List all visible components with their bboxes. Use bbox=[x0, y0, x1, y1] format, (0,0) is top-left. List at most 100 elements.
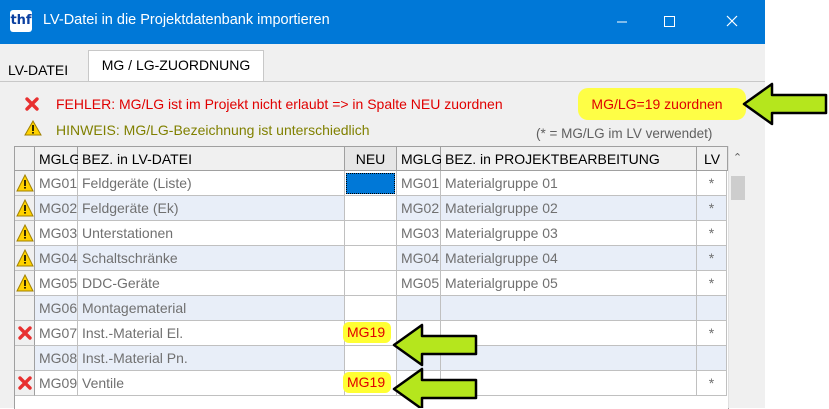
annotation-arrow-icon bbox=[392, 367, 478, 408]
row-status bbox=[15, 221, 35, 246]
assign-button-label: MG/LG=19 zuordnen bbox=[591, 96, 723, 112]
warning-icon bbox=[16, 173, 34, 192]
bez-lv-cell: DDC-Geräte bbox=[78, 271, 345, 296]
bez-lv-cell: Inst.-Material El. bbox=[78, 321, 345, 346]
error-message: FEHLER: MG/LG ist im Projekt nicht erlau… bbox=[56, 96, 503, 112]
neu-cell[interactable] bbox=[345, 346, 397, 371]
bez-lv-cell: Schaltschränke bbox=[78, 246, 345, 271]
mglg-lv-cell: MG09 bbox=[35, 371, 78, 396]
mapping-table[interactable]: MGLG BEZ. in LV-DATEI NEU MGLG BEZ. in P… bbox=[14, 146, 729, 409]
minimize-icon bbox=[617, 21, 627, 23]
row-status bbox=[15, 246, 35, 271]
warning-icon bbox=[16, 223, 34, 242]
bez-projekt-cell: Materialgruppe 01 bbox=[441, 171, 697, 196]
table-row[interactable]: MG05 DDC-Geräte MG05 Materialgruppe 05 * bbox=[15, 271, 728, 296]
mglg-projekt-cell: MG04 bbox=[397, 246, 441, 271]
table-row[interactable]: MG03 Unterstationen MG03 Materialgruppe 03 * bbox=[15, 221, 728, 246]
lv-used-cell: * bbox=[697, 196, 727, 221]
neu-cell[interactable] bbox=[345, 221, 397, 246]
lv-used-cell bbox=[697, 296, 727, 321]
window-title: LV-Datei in die Projektdatenbank importi… bbox=[43, 12, 330, 28]
header-bez-lv[interactable]: BEZ. in LV-DATEI bbox=[78, 147, 345, 171]
header-mglg-lv[interactable]: MGLG bbox=[35, 147, 80, 171]
table-row[interactable]: MG08 Inst.-Material Pn. bbox=[15, 346, 728, 371]
lv-used-cell: * bbox=[697, 171, 727, 196]
warning-icon bbox=[16, 273, 34, 292]
table-row[interactable]: MG04 Schaltschränke MG04 Materialgruppe 04 * bbox=[15, 246, 728, 271]
header-neu[interactable]: NEU bbox=[345, 147, 397, 171]
mglg-projekt-cell: MG03 bbox=[397, 221, 441, 246]
maximize-icon bbox=[664, 16, 675, 27]
warning-icon bbox=[16, 248, 34, 267]
bez-projekt-cell: Materialgruppe 05 bbox=[441, 271, 697, 296]
table-row[interactable]: MG01 Feldgeräte (Liste) MG01 Materialgruppe… bbox=[15, 171, 728, 196]
neu-cell[interactable]: MG19 bbox=[343, 321, 397, 346]
import-dialog: thf LV-Datei in die Projektdatenbank imp… bbox=[0, 0, 765, 409]
bez-lv-cell: Inst.-Material Pn. bbox=[78, 346, 345, 371]
tab-mg-lg-zuordnung[interactable]: MG / LG-ZUORDNUNG bbox=[88, 50, 264, 81]
close-button[interactable] bbox=[709, 0, 755, 44]
lv-used-cell: * bbox=[697, 271, 727, 296]
neu-cell[interactable] bbox=[345, 246, 397, 271]
row-status bbox=[15, 346, 35, 371]
mglg-projekt-cell: MG02 bbox=[397, 196, 441, 221]
mglg-lv-cell: MG05 bbox=[35, 271, 78, 296]
bez-lv-cell: Ventile bbox=[78, 371, 345, 396]
table-row[interactable]: MG09 Ventile MG19 * bbox=[15, 371, 728, 396]
row-status bbox=[15, 271, 35, 296]
bez-projekt-cell bbox=[441, 321, 697, 346]
app-icon: thf bbox=[10, 10, 32, 32]
row-status bbox=[15, 371, 35, 396]
bez-projekt-cell: Materialgruppe 02 bbox=[441, 196, 697, 221]
bez-projekt-cell: Materialgruppe 03 bbox=[441, 221, 697, 246]
warning-message: HINWEIS: MG/LG-Bezeichnung ist unterschi… bbox=[56, 122, 370, 138]
lv-used-cell bbox=[697, 346, 727, 371]
title-bar: thf LV-Datei in die Projektdatenbank imp… bbox=[0, 0, 765, 44]
annotation-arrow-icon bbox=[742, 82, 828, 126]
bez-lv-cell: Feldgeräte (Ek) bbox=[78, 196, 345, 221]
lv-used-cell: * bbox=[697, 371, 727, 396]
header-lv[interactable]: LV bbox=[697, 147, 728, 171]
warning-icon bbox=[24, 120, 42, 136]
tab-strip: LV-DATEI MG / LG-ZUORDNUNG bbox=[0, 44, 765, 82]
close-icon bbox=[726, 15, 738, 27]
neu-cell[interactable] bbox=[345, 296, 397, 321]
neu-value: MG19 bbox=[347, 374, 386, 390]
warning-icon bbox=[16, 198, 34, 217]
mglg-lv-cell: MG03 bbox=[35, 221, 78, 246]
maximize-button[interactable] bbox=[646, 0, 692, 44]
mglg-lv-cell: MG02 bbox=[35, 196, 78, 221]
tab-lv-datei[interactable]: LV-DATEI bbox=[8, 62, 68, 78]
lv-used-cell: * bbox=[697, 221, 727, 246]
bez-projekt-cell: Materialgruppe 04 bbox=[441, 246, 697, 271]
header-mglg-projekt[interactable]: MGLG bbox=[397, 147, 442, 171]
neu-cell[interactable] bbox=[345, 271, 397, 296]
mglg-lv-cell: MG01 bbox=[35, 171, 78, 196]
neu-cell[interactable] bbox=[345, 196, 397, 221]
mglg-lv-cell: MG04 bbox=[35, 246, 78, 271]
bez-lv-cell: Montagematerial bbox=[78, 296, 345, 321]
lv-used-cell: * bbox=[697, 246, 727, 271]
table-row[interactable]: MG07 Inst.-Material El. MG19 * bbox=[15, 321, 728, 346]
table-row[interactable]: MG02 Feldgeräte (Ek) MG02 Materialgruppe 02… bbox=[15, 196, 728, 221]
bez-lv-cell: Unterstationen bbox=[78, 221, 345, 246]
scrollbar-thumb[interactable] bbox=[731, 176, 745, 200]
row-status bbox=[15, 196, 35, 221]
bez-projekt-cell bbox=[441, 296, 697, 321]
scroll-up-icon[interactable]: ⌃ bbox=[729, 146, 746, 170]
vertical-scrollbar[interactable]: ⌃ bbox=[728, 146, 746, 408]
neu-value: MG19 bbox=[347, 324, 386, 340]
row-status bbox=[15, 296, 35, 321]
header-bez-projekt[interactable]: BEZ. in PROJEKTBEARBEITUNG bbox=[441, 147, 697, 171]
legend-text: (* = MG/LG im LV verwendet) bbox=[536, 126, 713, 141]
row-status bbox=[15, 321, 35, 346]
neu-cell[interactable]: MG19 bbox=[343, 371, 397, 396]
table-row[interactable]: MG06 Montagematerial bbox=[15, 296, 728, 321]
mglg-lv-cell: MG07 bbox=[35, 321, 78, 346]
mglg-lv-cell: MG08 bbox=[35, 346, 78, 371]
minimize-button[interactable] bbox=[599, 0, 645, 44]
lv-used-cell: * bbox=[697, 321, 727, 346]
selected-neu-cell[interactable] bbox=[346, 173, 395, 194]
mglg-projekt-cell: MG05 bbox=[397, 271, 441, 296]
mglg-lv-cell: MG06 bbox=[35, 296, 78, 321]
